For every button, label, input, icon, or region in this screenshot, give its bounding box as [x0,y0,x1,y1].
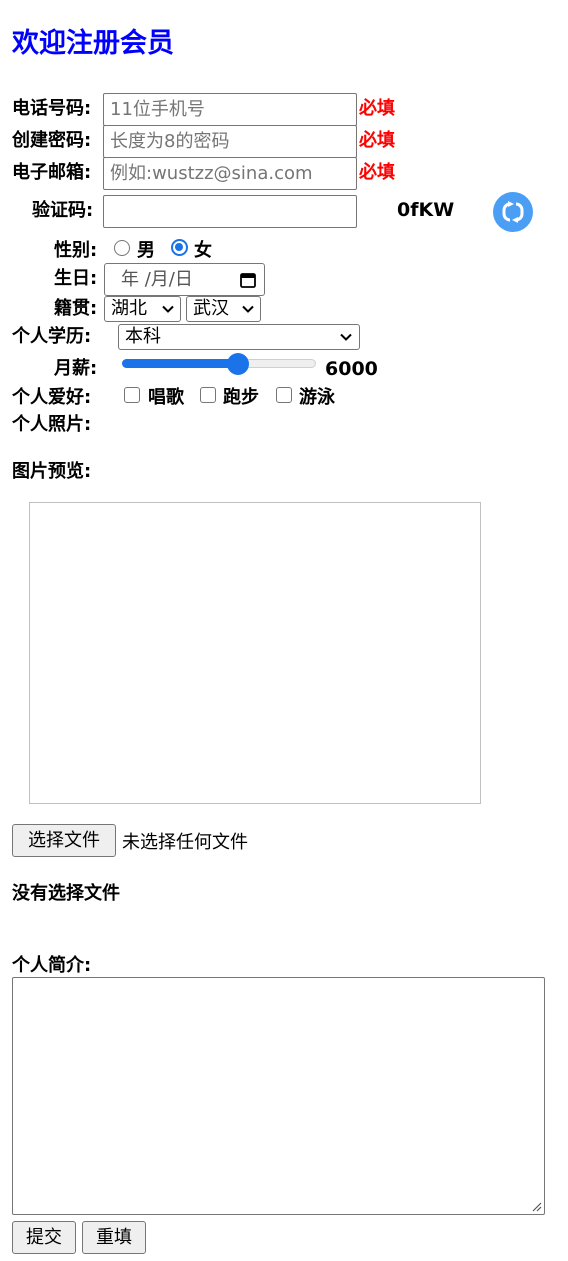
birthday-placeholder: 年 /月/日 [121,269,193,290]
salary-value: 6000 [325,358,378,380]
gender-male-radio[interactable] [114,240,130,256]
education-label: 个人学历: [12,326,92,347]
intro-textarea[interactable] [12,977,545,1215]
chevron-down-icon [340,333,352,341]
phone-input[interactable] [103,93,357,126]
hometown-label: 籍贯: [54,298,98,319]
calendar-icon[interactable] [240,272,256,288]
resize-handle-icon[interactable] [530,1200,542,1212]
gender-female-label: 女 [194,240,212,261]
chevron-down-icon [162,305,174,313]
hobby-swimming-checkbox[interactable] [276,387,292,403]
slider-fill [122,359,238,368]
gender-label: 性别: [54,240,98,261]
hobby-running-label: 跑步 [223,387,259,408]
province-value: 湖北 [111,298,147,319]
password-label: 创建密码: [12,130,92,151]
salary-slider[interactable] [122,353,316,375]
file-status: 没有选择文件 [12,883,120,904]
gender-female-radio[interactable] [171,239,188,256]
submit-button[interactable]: 提交 [12,1221,76,1254]
refresh-icon [502,201,524,223]
education-select[interactable]: 本科 [118,324,360,350]
photo-label: 个人照片: [12,414,92,435]
preview-label: 图片预览: [12,461,92,482]
page-title: 欢迎注册会员 [12,28,174,59]
captcha-input[interactable] [103,195,357,228]
no-file-text: 未选择任何文件 [122,832,248,853]
phone-label: 电话号码: [12,98,92,119]
email-input[interactable] [103,157,357,190]
gender-male-label: 男 [137,240,155,261]
intro-label: 个人简介: [12,955,92,976]
password-input[interactable] [103,125,357,158]
chevron-down-icon [242,305,254,313]
reset-button[interactable]: 重填 [82,1221,146,1254]
choose-file-button[interactable]: 选择文件 [12,824,116,857]
password-required: 必填 [359,130,395,151]
province-select[interactable]: 湖北 [104,296,181,322]
hobby-running-checkbox[interactable] [200,387,216,403]
email-label: 电子邮箱: [12,162,92,183]
birthday-input[interactable]: 年 /月/日 [104,263,265,296]
slider-thumb[interactable] [226,353,249,375]
city-select[interactable]: 武汉 [186,296,261,322]
phone-required: 必填 [359,98,395,119]
email-required: 必填 [359,162,395,183]
hobbies-label: 个人爱好: [12,387,92,408]
hobby-singing-label: 唱歌 [148,387,184,408]
birthday-label: 生日: [54,268,98,289]
captcha-code: 0fKW [397,199,455,221]
hobby-swimming-label: 游泳 [299,387,335,408]
image-preview [29,502,481,804]
refresh-captcha-button[interactable] [493,192,533,232]
salary-label: 月薪: [54,358,98,379]
city-value: 武汉 [193,298,229,319]
hobby-singing-checkbox[interactable] [124,387,140,403]
education-value: 本科 [125,326,161,347]
captcha-label: 验证码: [32,200,94,221]
